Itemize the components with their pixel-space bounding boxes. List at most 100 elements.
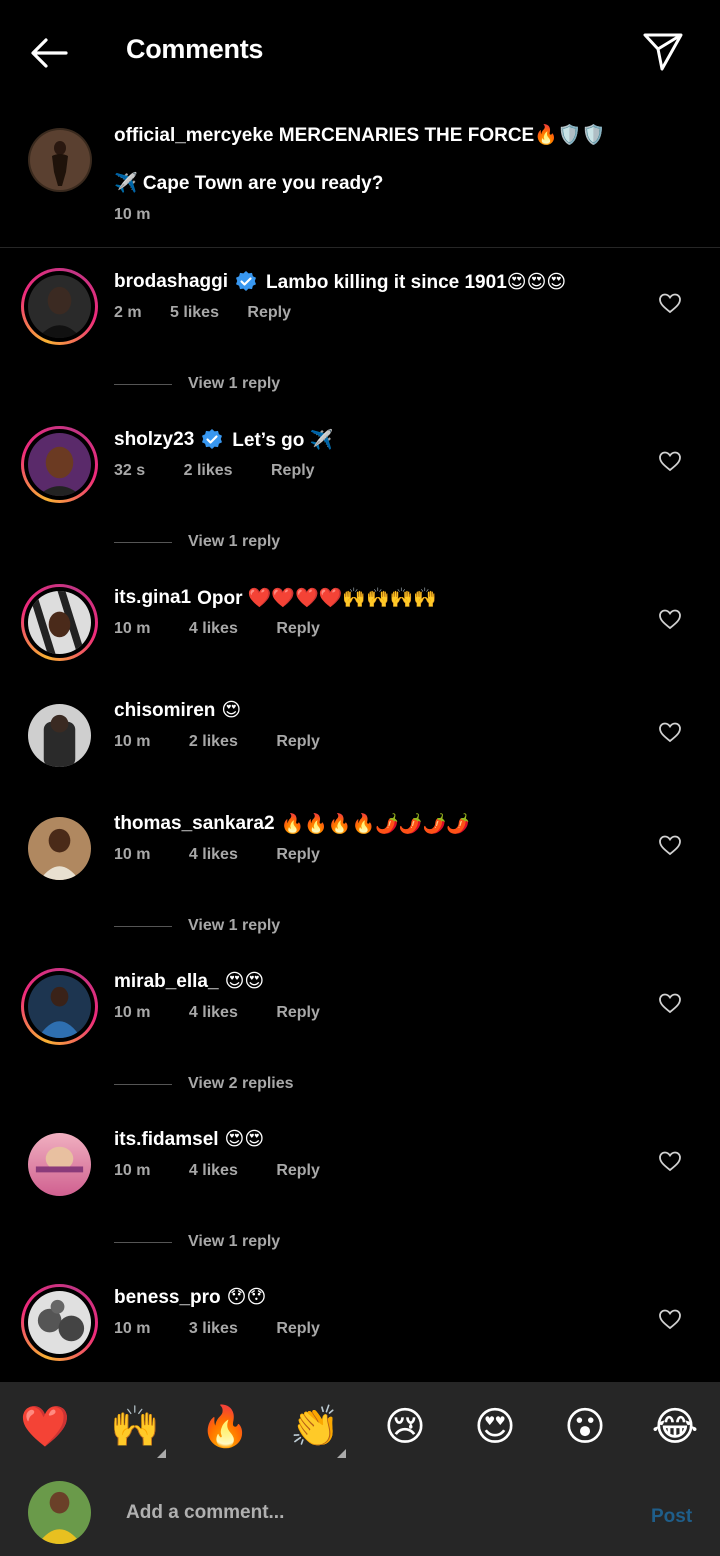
avatar [28,433,91,496]
like-heart-icon[interactable] [658,607,682,631]
view-replies-label: View 2 replies [188,1075,294,1092]
comment-time: 10 m [114,733,151,750]
avatar-story-ring[interactable] [21,268,98,345]
comment-text: 😍😍 [224,971,265,992]
reply-button[interactable]: Reply [276,620,320,638]
comment-username[interactable]: its.fidamsel [114,1129,219,1151]
comment-username[interactable]: sholzy23 [114,429,194,451]
reply-button[interactable]: Reply [276,733,320,751]
like-heart-icon[interactable] [658,291,682,315]
comment-item: chisomiren 😍 10 m 2 likes Reply [0,697,720,777]
comment-likes[interactable]: 4 likes [189,1162,238,1180]
like-heart-icon[interactable] [658,720,682,744]
avatar[interactable] [28,1133,91,1196]
comment-time: 10 m [114,1162,151,1179]
view-replies-link[interactable]: View 1 reply [114,1230,280,1254]
comment-username[interactable]: thomas_sankara2 [114,813,275,835]
comment-likes[interactable]: 3 likes [189,1320,238,1338]
like-heart-icon[interactable] [658,991,682,1015]
comment-item: thomas_sankara2 🔥🔥🔥🔥🌶️🌶️🌶️🌶️ 10 m 4 like… [0,810,720,890]
emoji-fire-button[interactable]: 🔥 [200,1402,250,1452]
comment-text: 🔥🔥🔥🔥🌶️🌶️🌶️🌶️ [280,814,470,835]
avatar[interactable] [28,817,91,880]
view-replies-link[interactable]: View 1 reply [114,914,280,938]
avatar-story-ring[interactable] [21,968,98,1045]
header: Comments [0,0,720,104]
divider [114,925,172,927]
comment-time: 10 m [114,846,151,863]
comment-username[interactable]: mirab_ella_ [114,971,219,993]
comment-text: Lambo killing it since 1901😍😍😍 [266,271,567,293]
avatar [28,591,91,654]
comment-username[interactable]: its.gina1 [114,587,191,609]
like-heart-icon[interactable] [658,449,682,473]
emoji-heart-eyes-button[interactable]: 😍 [470,1402,520,1452]
skin-tone-indicator-icon [157,1449,166,1458]
reply-button[interactable]: Reply [276,1162,320,1180]
reply-button[interactable]: Reply [271,462,315,480]
comment-item: brodashaggi Lambo killing it since 1901😍… [0,268,720,348]
emoji-heart-button[interactable]: ❤️ [20,1402,70,1452]
emoji-raising-hands-button[interactable]: 🙌 [110,1402,160,1452]
avatar [28,275,91,338]
comment-username[interactable]: chisomiren [114,700,215,722]
comment-text: 😍😍 [224,1129,265,1150]
avatar-story-ring[interactable] [21,426,98,503]
comment-item: its.fidamsel 😍😍 10 m 4 likes Reply [0,1126,720,1206]
reply-button[interactable]: Reply [276,1320,320,1338]
comment-time: 10 m [114,620,151,637]
emoji-crying-button[interactable]: 😢 [380,1402,430,1452]
divider [114,1241,172,1243]
reply-button[interactable]: Reply [276,1004,320,1022]
view-replies-label: View 1 reply [188,1233,281,1250]
comment-text: Opor ❤️❤️❤️❤️🙌🙌🙌🙌 [197,588,437,609]
comment-username[interactable]: beness_pro [114,1287,221,1309]
comment-likes[interactable]: 5 likes [170,304,219,322]
verified-badge-icon [236,271,257,291]
comment-likes[interactable]: 2 likes [184,462,233,480]
comment-likes[interactable]: 2 likes [189,733,238,751]
comment-time: 2 m [114,304,142,321]
avatar-story-ring[interactable] [21,1284,98,1361]
view-replies-label: View 1 reply [188,533,281,550]
share-paper-plane-icon[interactable] [642,30,684,72]
comment-time: 10 m [114,1320,151,1337]
caption-text-line2: ✈️ Cape Town are you ready? [114,173,384,194]
view-replies-label: View 1 reply [188,375,281,392]
comment-likes[interactable]: 4 likes [189,620,238,638]
reply-button[interactable]: Reply [247,304,291,322]
reply-button[interactable]: Reply [276,846,320,864]
comment-likes[interactable]: 4 likes [189,846,238,864]
avatar[interactable] [28,704,91,767]
emoji-tears-of-joy-button[interactable]: 😂 [650,1402,700,1452]
comment-likes[interactable]: 4 likes [189,1004,238,1022]
page-title: Comments [126,34,264,64]
comment-username[interactable]: brodashaggi [114,271,228,293]
comment-text: 😯😯 [226,1287,267,1308]
divider [114,383,172,385]
current-user-avatar [28,1481,91,1544]
avatar-story-ring[interactable] [21,584,98,661]
view-replies-label: View 1 reply [188,917,281,934]
view-replies-link[interactable]: View 1 reply [114,372,280,396]
comment-item: its.gina1 Opor ❤️❤️❤️❤️🙌🙌🙌🙌 10 m 4 likes… [0,584,720,664]
like-heart-icon[interactable] [658,833,682,857]
comment-input[interactable] [126,1502,586,1524]
comment-item: beness_pro 😯😯 10 m 3 likes Reply [0,1284,720,1364]
back-arrow-icon[interactable] [26,30,72,76]
post-caption: official_mercyeke MERCENARIES THE FORCE🔥… [0,104,720,248]
skin-tone-indicator-icon [337,1449,346,1458]
post-button[interactable]: Post [651,1506,692,1528]
emoji-clapping-button[interactable]: 👏 [290,1402,340,1452]
divider [114,1083,172,1085]
like-heart-icon[interactable] [658,1149,682,1173]
view-replies-link[interactable]: View 2 replies [114,1072,294,1096]
caption-timestamp: 10 m [114,206,151,223]
view-replies-link[interactable]: View 1 reply [114,530,280,554]
caption-text: official_mercyeke MERCENARIES THE FORCE🔥… [114,125,606,146]
like-heart-icon[interactable] [658,1307,682,1331]
comment-item: sholzy23 Let’s go ✈️ 32 s 2 likes Reply [0,426,720,506]
emoji-surprised-button[interactable]: 😮 [560,1402,610,1452]
avatar[interactable] [28,128,92,192]
verified-badge-icon [202,429,223,449]
